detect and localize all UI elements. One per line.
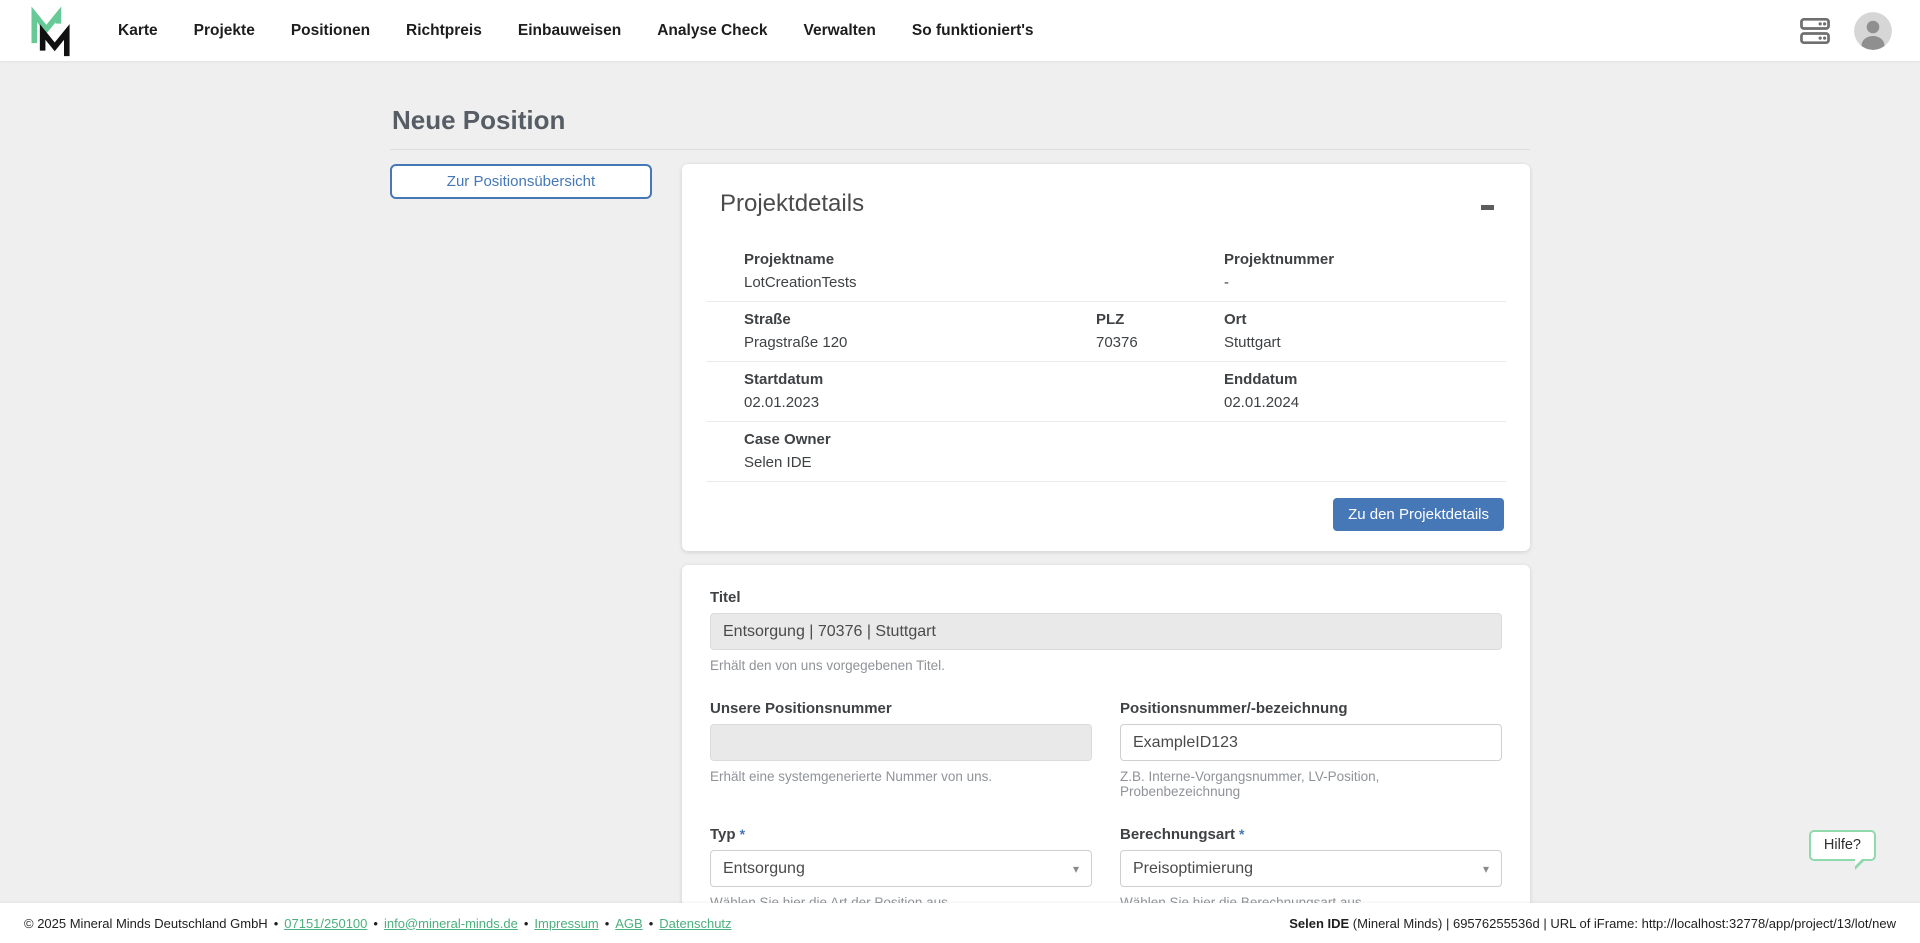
- separator: •: [649, 916, 654, 931]
- email-link[interactable]: info@mineral-minds.de: [384, 916, 518, 931]
- main-nav: Karte Projekte Positionen Richtpreis Ein…: [100, 0, 1052, 61]
- phone-link[interactable]: 07151/250100: [284, 916, 367, 931]
- titel-input[interactable]: [710, 613, 1502, 650]
- minus-icon: [1481, 205, 1494, 210]
- enddatum-label: Enddatum: [1224, 371, 1506, 388]
- new-position-form-card: Titel Erhält den von uns vorgegebenen Ti…: [682, 565, 1530, 943]
- separator: •: [373, 916, 378, 931]
- collapse-card-button[interactable]: [1474, 194, 1500, 220]
- footer: © 2025 Mineral Minds Deutschland GmbH • …: [0, 903, 1920, 943]
- startdatum-value: 02.01.2023: [744, 394, 1186, 411]
- ort-label: Ort: [1224, 311, 1506, 328]
- projektname-label: Projektname: [744, 251, 1186, 268]
- titel-label: Titel: [710, 589, 1502, 606]
- plz-value: 70376: [1096, 334, 1186, 351]
- project-details-card: Projektdetails Projektname LotCreationTe…: [682, 164, 1530, 551]
- strasse-label: Straße: [744, 311, 1058, 328]
- separator: •: [605, 916, 610, 931]
- strasse-value: Pragstraße 120: [744, 334, 1058, 351]
- main-content: Neue Position Zur Positionsübersicht Pro…: [0, 61, 1920, 943]
- table-row: Projektname LotCreationTests Projektnumm…: [706, 242, 1506, 302]
- unsere-positionsnummer-input[interactable]: [710, 724, 1092, 761]
- nav-item-karte[interactable]: Karte: [100, 0, 176, 61]
- table-row: Startdatum 02.01.2023 Enddatum 02.01.202…: [706, 362, 1506, 422]
- go-to-project-details-button[interactable]: Zu den Projektdetails: [1333, 498, 1504, 531]
- enddatum-value: 02.01.2024: [1224, 394, 1506, 411]
- back-to-positions-button[interactable]: Zur Positionsübersicht: [390, 164, 652, 199]
- left-column: Zur Positionsübersicht: [390, 164, 652, 199]
- positionsnummer-field-group: Positionsnummer/-bezeichnung Z.B. Intern…: [1120, 700, 1502, 799]
- unsere-positionsnummer-field-group: Unsere Positionsnummer Erhält eine syste…: [710, 700, 1092, 799]
- ort-value: Stuttgart: [1224, 334, 1506, 351]
- titel-helper-text: Erhält den von uns vorgegebenen Titel.: [710, 658, 1502, 673]
- projektnummer-label: Projektnummer: [1224, 251, 1506, 268]
- page-title: Neue Position: [392, 105, 1530, 136]
- chevron-down-icon: ▾: [1073, 863, 1079, 875]
- nav-item-so-funktionierts[interactable]: So funktioniert's: [894, 0, 1052, 61]
- nav-item-projekte[interactable]: Projekte: [176, 0, 273, 61]
- user-avatar-icon[interactable]: [1854, 12, 1892, 50]
- server-icon[interactable]: [1798, 15, 1832, 47]
- impressum-link[interactable]: Impressum: [534, 916, 598, 931]
- plz-label: PLZ: [1096, 311, 1186, 328]
- required-asterisk: *: [1239, 826, 1244, 842]
- berechnungsart-label: Berechnungsart: [1120, 826, 1235, 843]
- required-asterisk: *: [740, 826, 745, 842]
- typ-field-group: Typ * Entsorgung ▾ Wählen Sie hier die A…: [710, 826, 1092, 910]
- session-info: (Mineral Minds) | 69576255536d | URL of …: [1353, 916, 1896, 931]
- top-navigation-bar: Karte Projekte Positionen Richtpreis Ein…: [0, 0, 1920, 61]
- startdatum-label: Startdatum: [744, 371, 1186, 388]
- nav-item-richtpreis[interactable]: Richtpreis: [388, 0, 500, 61]
- berechnungsart-select[interactable]: Preisoptimierung ▾: [1120, 850, 1502, 887]
- titel-field-group: Titel Erhält den von uns vorgegebenen Ti…: [710, 589, 1502, 673]
- projektnummer-value: -: [1224, 274, 1506, 291]
- chevron-down-icon: ▾: [1483, 863, 1489, 875]
- table-row: Case Owner Selen IDE: [706, 422, 1506, 482]
- typ-select[interactable]: Entsorgung ▾: [710, 850, 1092, 887]
- unsere-positionsnummer-helper-text: Erhält eine systemgenerierte Nummer von …: [710, 769, 1092, 784]
- project-card-title: Projektdetails: [720, 190, 864, 218]
- datenschutz-link[interactable]: Datenschutz: [659, 916, 731, 931]
- table-row: Straße Pragstraße 120 PLZ 70376 Ort Stut…: [706, 302, 1506, 362]
- case-owner-value: Selen IDE: [744, 454, 1506, 471]
- mineral-minds-logo-icon[interactable]: [28, 6, 74, 58]
- help-button[interactable]: Hilfe?: [1809, 830, 1876, 861]
- right-column: Projektdetails Projektname LotCreationTe…: [682, 164, 1530, 943]
- agb-link[interactable]: AGB: [615, 916, 642, 931]
- positionsnummer-helper-text: Z.B. Interne-Vorgangsnummer, LV-Position…: [1120, 769, 1502, 799]
- nav-item-analyse-check[interactable]: Analyse Check: [639, 0, 785, 61]
- help-label: Hilfe?: [1824, 837, 1861, 853]
- typ-label: Typ: [710, 826, 736, 843]
- logged-in-user: Selen IDE: [1289, 916, 1349, 931]
- separator: •: [274, 916, 279, 931]
- unsere-positionsnummer-label: Unsere Positionsnummer: [710, 700, 1092, 717]
- projektname-value: LotCreationTests: [744, 274, 1186, 291]
- title-divider: [390, 149, 1530, 150]
- positionsnummer-label: Positionsnummer/-bezeichnung: [1120, 700, 1502, 717]
- nav-item-positionen[interactable]: Positionen: [273, 0, 388, 61]
- nav-item-einbauweisen[interactable]: Einbauweisen: [500, 0, 639, 61]
- typ-selected-value: Entsorgung: [723, 860, 805, 878]
- topbar-actions: [1798, 12, 1892, 50]
- case-owner-label: Case Owner: [744, 431, 1506, 448]
- positionsnummer-input[interactable]: [1120, 724, 1502, 761]
- nav-item-verwalten[interactable]: Verwalten: [786, 0, 894, 61]
- separator: •: [524, 916, 529, 931]
- berechnungsart-selected-value: Preisoptimierung: [1133, 860, 1253, 878]
- berechnungsart-field-group: Berechnungsart * Preisoptimierung ▾ Wähl…: [1120, 826, 1502, 910]
- copyright-text: © 2025 Mineral Minds Deutschland GmbH: [24, 916, 268, 931]
